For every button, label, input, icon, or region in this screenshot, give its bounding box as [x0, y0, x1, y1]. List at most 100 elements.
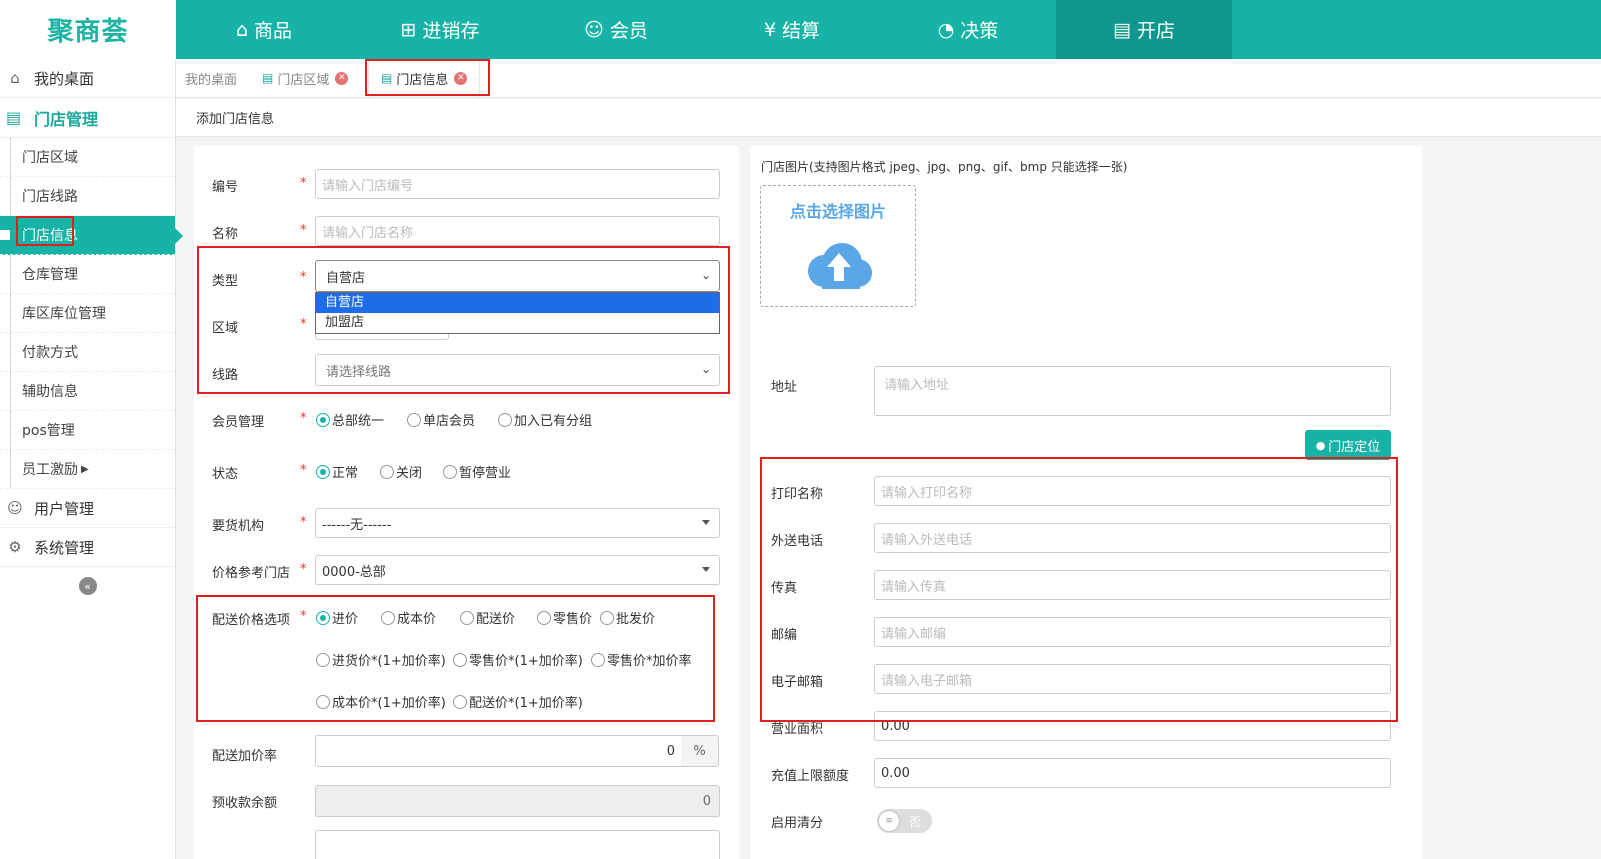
fax-label: 传真 [771, 581, 798, 596]
store-locate-button[interactable]: ● 门店定位 [1305, 430, 1391, 460]
route-label: 线路 [212, 368, 239, 383]
tab-bar: 我的桌面 ▤ 门店区域 ✕ ▤ 门店信息 ✕ [176, 59, 1601, 98]
radio-dot [537, 610, 551, 625]
recharge-limit-input[interactable]: 0.00 [874, 758, 1391, 788]
sidebar-collapse[interactable]: « [0, 567, 175, 605]
status-radio-normal[interactable]: 正常 [316, 462, 358, 481]
delivery-radio-purchase-markup[interactable]: 进货价*(1+加价率) [316, 650, 446, 669]
delivery-radio-wholesale[interactable]: 批发价 [600, 608, 655, 627]
delivery-price-label: 配送价格选项 [212, 613, 291, 628]
type-label: 类型 [212, 274, 239, 289]
delivery-radio-delivery[interactable]: 配送价 [460, 608, 515, 627]
sidebar-item-warehouse[interactable]: 仓库管理 [0, 255, 175, 294]
decision-icon: ◔ [937, 18, 955, 41]
zip-input[interactable]: 请输入邮编 [874, 617, 1391, 647]
route-select[interactable]: 请选择线路 ⌄ [315, 354, 720, 386]
prepaid-input: 0 [315, 785, 720, 817]
image-label: 门店图片(支持图片格式 jpeg、jpg、png、gif、bmp 只能选择一张) [761, 160, 1128, 174]
sidebar-store-mgmt[interactable]: ▤ 门店管理 [0, 98, 175, 138]
fax-input[interactable]: 请输入传真 [874, 570, 1391, 600]
radio-dot [407, 412, 421, 427]
type-select[interactable]: 自营店 ⌄ [315, 260, 720, 292]
next-input[interactable] [315, 830, 720, 859]
delivery-radio-cost[interactable]: 成本价 [381, 608, 436, 627]
doc-icon: ▤ [262, 71, 274, 85]
double-left-icon: « [78, 577, 97, 595]
close-icon[interactable]: ✕ [454, 71, 468, 85]
nav-decision[interactable]: ◔ 决策 [880, 0, 1056, 59]
type-option-franchise[interactable]: 加盟店 [316, 313, 719, 333]
delivery-radio-cost-markup[interactable]: 成本价*(1+加价率) [316, 692, 446, 711]
sidebar-item-store-route[interactable]: 门店线路 [0, 177, 175, 216]
location-pin-icon: ● [1315, 438, 1326, 452]
sidebar-item-aux-info[interactable]: 辅助信息 [0, 372, 175, 411]
supplier-label: 要货机构 [212, 519, 265, 534]
radio-dot [316, 694, 330, 709]
code-input[interactable]: 请输入门店编号 [315, 169, 720, 199]
phone-label: 外送电话 [771, 534, 824, 549]
radio-dot [316, 652, 330, 667]
store-icon: ▤ [1113, 18, 1131, 41]
price-ref-select[interactable]: 0000-总部 [315, 555, 720, 585]
radio-dot [316, 610, 330, 625]
nav-settlement[interactable]: ¥ 结算 [704, 0, 880, 59]
price-ref-label: 价格参考门店 [212, 566, 291, 581]
caret-down-icon [702, 520, 710, 525]
sidebar-item-payment[interactable]: 付款方式 [0, 333, 175, 372]
close-icon[interactable]: ✕ [335, 71, 349, 85]
print-name-input[interactable]: 请输入打印名称 [874, 476, 1391, 506]
nav-members[interactable]: ☺ 会员 [528, 0, 704, 59]
status-radio-closed[interactable]: 关闭 [380, 462, 422, 481]
tab-desktop[interactable]: 我的桌面 [185, 59, 237, 97]
address-input[interactable]: 请输入地址 [874, 366, 1391, 416]
nav-open-store[interactable]: ▤ 开店 [1056, 0, 1232, 59]
sidebar-item-store-info[interactable]: 门店信息 [0, 216, 183, 255]
required-mark: * [300, 411, 307, 426]
radio-dot [498, 412, 512, 427]
region-label: 区域 [212, 321, 239, 336]
delivery-radio-purchase[interactable]: 进价 [316, 608, 358, 627]
inventory-icon: ⊞ [400, 18, 417, 41]
print-name-label: 打印名称 [771, 487, 824, 502]
sidebar-item-pos[interactable]: pos管理 [0, 411, 175, 450]
sidebar-item-storage-location[interactable]: 库区库位管理 [0, 294, 175, 333]
sidebar-system-mgmt[interactable]: ⚙ 系统管理 [0, 528, 175, 567]
delivery-radio-retail-markup[interactable]: 零售价*(1+加价率) [453, 650, 583, 669]
clearance-toggle[interactable]: ≡ 否 [877, 809, 932, 833]
email-label: 电子邮箱 [771, 675, 824, 690]
sidebar-item-store-region[interactable]: 门店区域 [0, 138, 175, 177]
chevron-down-icon: ⌄ [700, 362, 711, 376]
radio-dot [591, 652, 605, 667]
supplier-select[interactable]: ------无------ [315, 508, 720, 538]
delivery-radio-delivery-markup[interactable]: 配送价*(1+加价率) [453, 692, 583, 711]
brand-logo[interactable]: 聚商荟 [0, 0, 176, 59]
delivery-radio-retail[interactable]: 零售价 [537, 608, 592, 627]
markup-input[interactable]: 0 [315, 735, 682, 767]
area-input[interactable]: 0.00 [874, 711, 1391, 741]
type-option-selfrun[interactable]: 自营店 [316, 293, 719, 313]
radio-dot [453, 652, 467, 667]
member-radio-hq[interactable]: 总部统一 [316, 410, 384, 429]
radio-dot [380, 464, 394, 479]
status-radio-paused[interactable]: 暂停营业 [443, 462, 511, 481]
phone-input[interactable]: 请输入外送电话 [874, 523, 1391, 553]
radio-dot [316, 464, 330, 479]
required-mark: * [300, 562, 307, 577]
image-upload-area[interactable]: 点击选择图片 [760, 185, 916, 307]
sidebar-desktop[interactable]: ⌂ 我的桌面 [0, 59, 175, 98]
nav-inventory[interactable]: ⊞ 进销存 [352, 0, 528, 59]
tab-store-region[interactable]: ▤ 门店区域 ✕ [262, 59, 349, 97]
member-mgmt-label: 会员管理 [212, 415, 265, 430]
sidebar-user-mgmt[interactable]: ☺ 用户管理 [0, 489, 175, 528]
member-radio-single[interactable]: 单店会员 [407, 410, 475, 429]
name-input[interactable]: 请输入门店名称 [315, 216, 720, 246]
nav-goods[interactable]: ⌂ 商品 [176, 0, 352, 59]
member-radio-group[interactable]: 加入已有分组 [498, 410, 592, 429]
top-navbar: 聚商荟 ⌂ 商品 ⊞ 进销存 ☺ 会员 ¥ 结算 ◔ 决策 ▤ 开店 [0, 0, 1601, 59]
sidebar-item-incentive[interactable]: 员工激励 ▶ [0, 450, 175, 489]
delivery-radio-retail-rate[interactable]: 零售价*加价率 [591, 650, 692, 669]
email-input[interactable]: 请输入电子邮箱 [874, 664, 1391, 694]
radio-dot [381, 610, 395, 625]
tab-store-info[interactable]: ▤ 门店信息 ✕ [368, 59, 481, 97]
recharge-limit-label: 充值上限额度 [771, 769, 850, 784]
